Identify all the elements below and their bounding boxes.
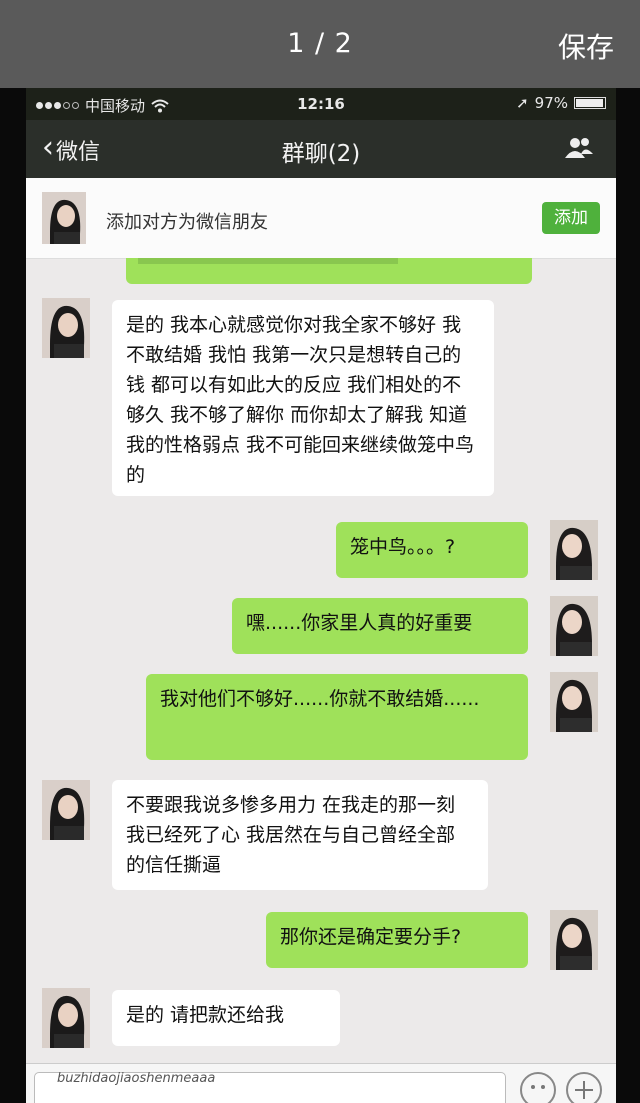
message-bubble[interactable]: 那你还是确定要分手?	[266, 912, 528, 968]
watermark: buzhidaojiaoshenmeaaa	[57, 1071, 216, 1086]
partial-message-bubble	[126, 258, 532, 284]
battery-icon	[574, 97, 606, 109]
chat-nav-bar: ‹ 微信 群聊(2)	[26, 120, 616, 178]
message-input[interactable]: buzhidaojiaoshenmeaaa	[34, 1071, 506, 1103]
message-bubble[interactable]: 是的 请把款还给我	[112, 990, 340, 1046]
plus-icon[interactable]	[566, 1072, 602, 1103]
status-bar: 中国移动 12:16 ➚ 97%	[26, 88, 616, 120]
avatar[interactable]	[42, 780, 90, 840]
add-friend-text: 添加对方为微信朋友	[106, 212, 268, 233]
avatar[interactable]	[42, 988, 90, 1048]
avatar[interactable]	[550, 520, 598, 580]
add-friend-banner: 添加对方为微信朋友 添加	[26, 178, 616, 259]
add-friend-button[interactable]: 添加	[542, 202, 600, 234]
status-right: ➚ 97%	[516, 94, 606, 112]
avatar[interactable]	[42, 298, 90, 358]
message-bubble[interactable]: 是的 我本心就感觉你对我全家不够好 我不敢结婚 我怕 我第一次只是想转自己的钱 …	[112, 300, 494, 496]
avatar[interactable]	[550, 910, 598, 970]
emoji-icon[interactable]	[520, 1072, 556, 1103]
message-bubble[interactable]: 不要跟我说多惨多用力 在我走的那一刻 我已经死了心 我居然在与自己曾经全部的信任…	[112, 780, 488, 890]
battery-percent: 97%	[534, 94, 568, 112]
avatar[interactable]	[550, 672, 598, 732]
input-bar: buzhidaojiaoshenmeaaa	[26, 1063, 616, 1103]
message-bubble[interactable]: 笼中鸟。。。?	[336, 522, 528, 578]
chat-screenshot: 中国移动 12:16 ➚ 97% ‹ 微信 群聊(2) 添加对方为微信朋友 添加…	[26, 88, 616, 1103]
location-icon: ➚	[516, 94, 529, 112]
contact-avatar	[42, 192, 86, 244]
message-bubble[interactable]: 我对他们不够好......你就不敢结婚......	[146, 674, 528, 760]
message-bubble[interactable]: 嘿......你家里人真的好重要	[232, 598, 528, 654]
message-list: 是的 我本心就感觉你对我全家不够好 我不敢结婚 我怕 我第一次只是想转自己的钱 …	[26, 258, 616, 1103]
avatar[interactable]	[550, 596, 598, 656]
page-counter: 1 / 2	[287, 28, 353, 59]
chat-title: 群聊(2)	[281, 141, 361, 167]
save-button[interactable]: 保存	[558, 26, 614, 66]
people-icon[interactable]	[564, 136, 594, 164]
image-viewer-bar: 1 / 2 保存	[0, 0, 640, 88]
